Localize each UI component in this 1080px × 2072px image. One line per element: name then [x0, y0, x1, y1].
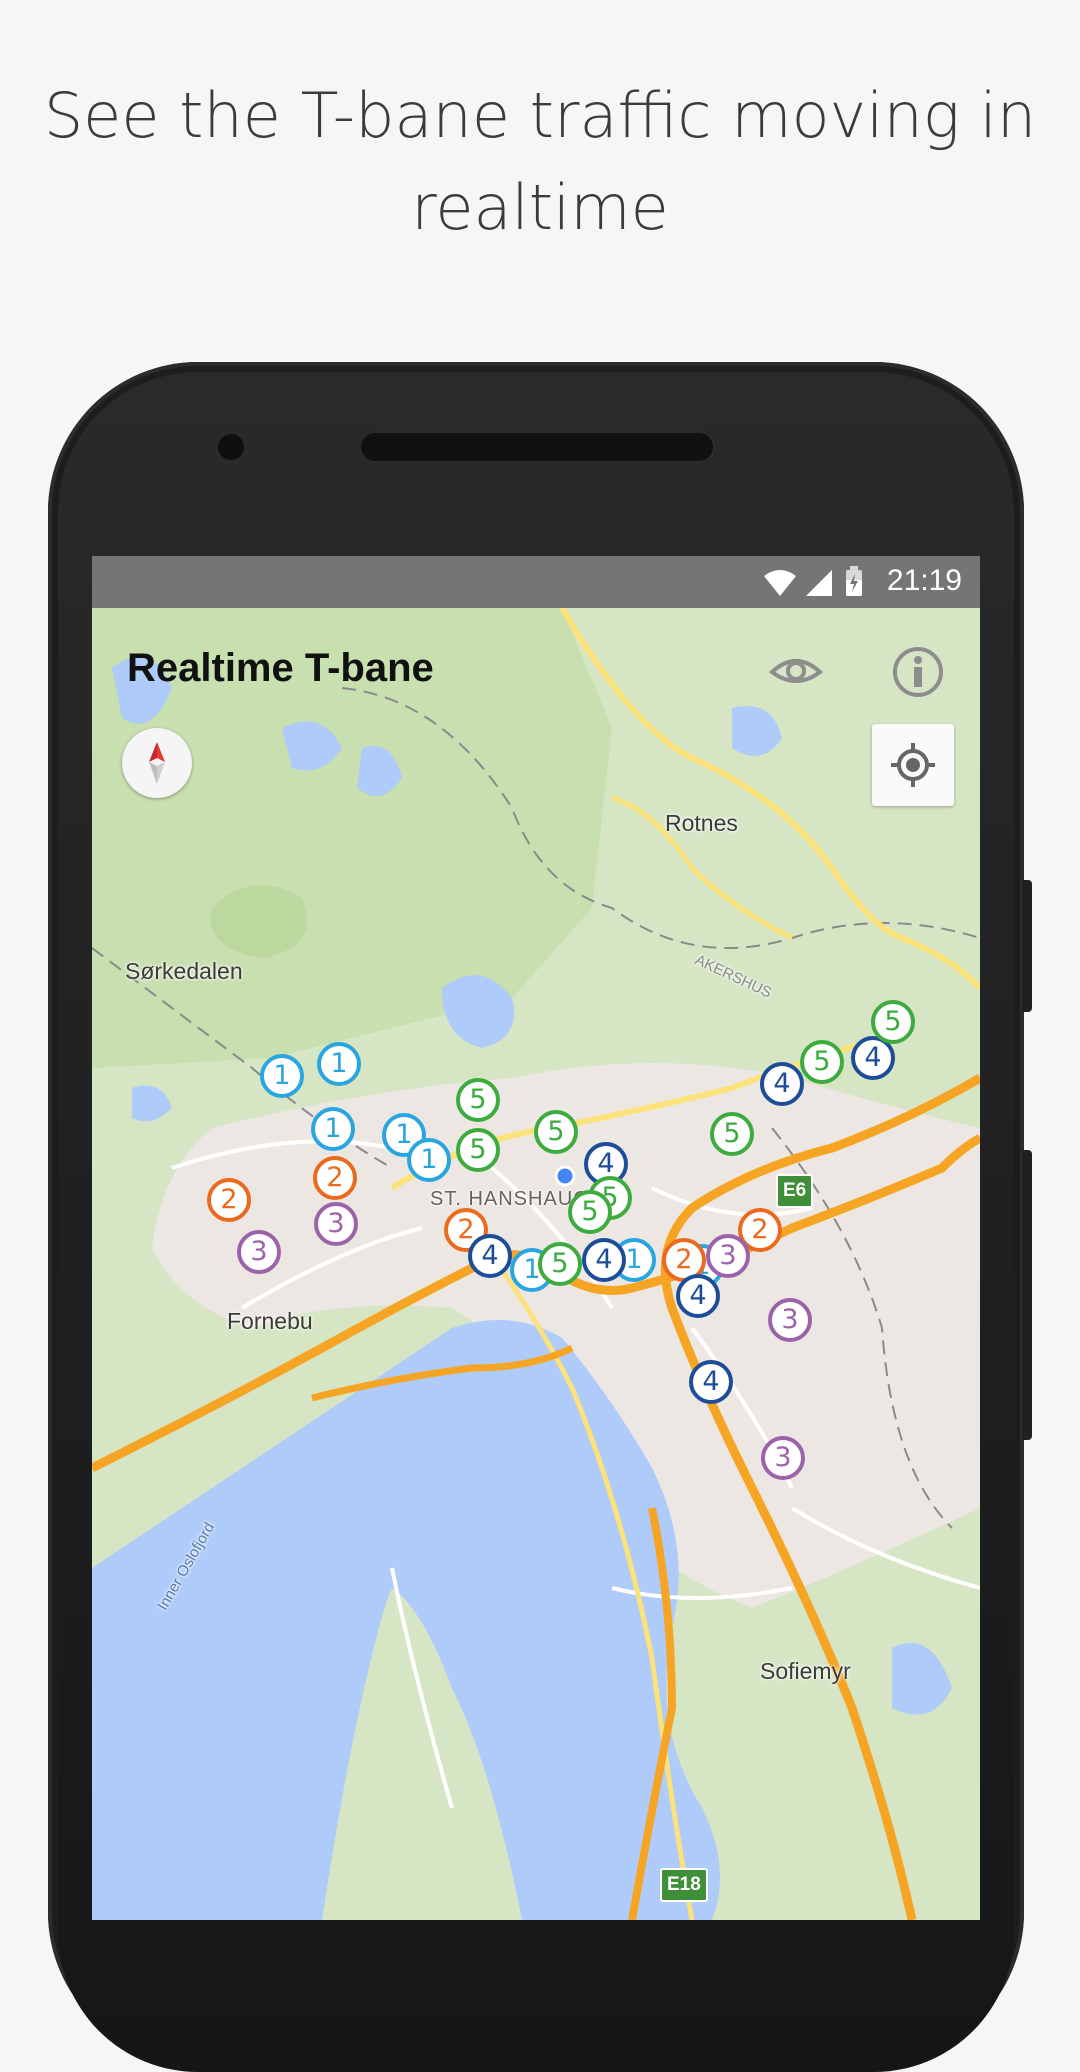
place-label-sofiemyr: Sofiemyr	[760, 1658, 851, 1684]
train-marker-line-3[interactable]: 3	[768, 1298, 812, 1342]
train-marker-line-3[interactable]: 3	[706, 1234, 750, 1278]
train-marker-line-2[interactable]: 2	[207, 1178, 251, 1222]
place-label-sorkedalen: Sørkedalen	[125, 958, 243, 984]
battery-charging-icon	[846, 566, 862, 596]
train-marker-line-3[interactable]: 3	[314, 1202, 358, 1246]
power-button	[1022, 880, 1032, 1012]
app-title: Realtime T-bane	[127, 646, 434, 690]
train-marker-line-5[interactable]: 5	[568, 1190, 612, 1234]
headline-line-2: realtime	[411, 171, 669, 244]
train-marker-line-1[interactable]: 1	[317, 1042, 361, 1086]
train-marker-line-3[interactable]: 3	[237, 1230, 281, 1274]
train-marker-line-5[interactable]: 5	[456, 1078, 500, 1122]
train-marker-line-4[interactable]: 4	[689, 1360, 733, 1404]
train-marker-line-5[interactable]: 5	[871, 1000, 915, 1044]
train-marker-line-4[interactable]: 4	[582, 1238, 626, 1282]
compass-icon[interactable]	[122, 728, 192, 798]
volume-button	[1022, 1150, 1032, 1440]
train-marker-line-5[interactable]: 5	[800, 1040, 844, 1084]
headline-line-1: See the T-bane traffic moving in	[43, 79, 1037, 152]
train-marker-line-4[interactable]: 4	[760, 1062, 804, 1106]
train-marker-line-1[interactable]: 1	[311, 1107, 355, 1151]
train-marker-line-5[interactable]: 5	[456, 1128, 500, 1172]
current-location-dot	[554, 1165, 576, 1187]
my-location-icon[interactable]	[872, 724, 954, 806]
place-label-rotnes: Rotnes	[665, 810, 738, 836]
eye-icon[interactable]	[768, 644, 824, 700]
front-camera	[212, 428, 250, 466]
headline: See the T-bane traffic moving in realtim…	[0, 70, 1080, 254]
train-marker-line-4[interactable]: 4	[676, 1274, 720, 1318]
status-time: 21:19	[886, 564, 962, 597]
earpiece-speaker	[358, 430, 716, 464]
train-marker-line-2[interactable]: 2	[313, 1156, 357, 1200]
train-marker-line-5[interactable]: 5	[710, 1112, 754, 1156]
train-marker-line-1[interactable]: 1	[407, 1138, 451, 1182]
train-marker-line-3[interactable]: 3	[761, 1436, 805, 1480]
signal-icon	[806, 570, 832, 596]
road-shield-e6: E6	[776, 1174, 814, 1208]
place-label-fornebu: Fornebu	[227, 1308, 313, 1334]
status-bar: 21:19	[92, 556, 980, 608]
info-icon[interactable]	[890, 644, 946, 700]
wifi-icon	[764, 570, 796, 596]
map-view[interactable]: Rotnes Sørkedalen Fornebu ST. HANSHAUGEN…	[92, 606, 980, 1920]
train-marker-line-5[interactable]: 5	[538, 1242, 582, 1286]
train-marker-line-5[interactable]: 5	[534, 1110, 578, 1154]
train-marker-line-1[interactable]: 1	[260, 1054, 304, 1098]
road-shield-e18: E18	[660, 1868, 708, 1902]
train-marker-line-4[interactable]: 4	[468, 1234, 512, 1278]
phone-screen: Rotnes Sørkedalen Fornebu ST. HANSHAUGEN…	[92, 556, 980, 1920]
